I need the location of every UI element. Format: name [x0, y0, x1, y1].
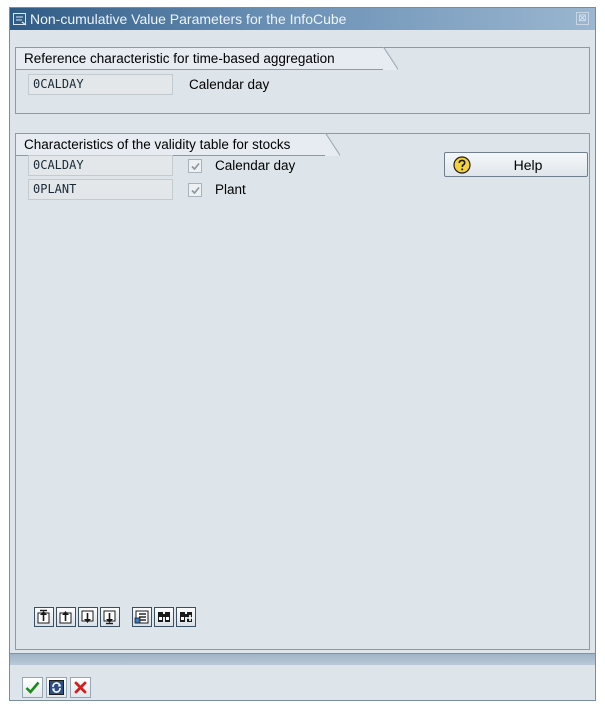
select-entries-icon	[134, 610, 149, 624]
window-title: Non-cumulative Value Parameters for the …	[30, 11, 347, 27]
dialog-icon	[13, 13, 27, 26]
cancel-icon	[74, 681, 87, 694]
checkmark-icon	[191, 162, 200, 171]
refresh-icon	[49, 680, 64, 695]
validity-characteristic-field: 0PLANT	[28, 179, 173, 200]
close-icon[interactable]: ⊠	[576, 12, 589, 25]
validity-characteristic-text: Plant	[215, 182, 246, 197]
validity-group-title: Characteristics of the validity table fo…	[15, 133, 340, 156]
reference-characteristic-text: Calendar day	[189, 77, 270, 92]
validity-checkbox-calday[interactable]	[188, 159, 202, 173]
scroll-next-page-button[interactable]	[78, 607, 98, 627]
scroll-last-page-icon	[103, 610, 116, 625]
scroll-next-page-icon	[81, 610, 94, 623]
scroll-first-page-icon	[37, 609, 50, 624]
validity-table-group: Characteristics of the validity table fo…	[15, 133, 590, 650]
validity-characteristic-text: Calendar day	[215, 158, 296, 173]
cancel-button[interactable]	[70, 677, 91, 698]
scroll-previous-page-button[interactable]	[56, 607, 76, 627]
reference-characteristic-group: Reference characteristic for time-based …	[15, 47, 590, 114]
validity-characteristic-field: 0CALDAY	[28, 155, 173, 176]
scroll-previous-page-icon	[59, 611, 72, 624]
select-entries-button[interactable]	[132, 607, 152, 627]
help-button[interactable]: Help	[444, 152, 588, 177]
find-icon	[158, 612, 170, 622]
help-label: Help	[513, 157, 543, 173]
continue-check-icon	[25, 681, 40, 694]
find-next-icon	[180, 612, 193, 622]
title-bar[interactable]: Non-cumulative Value Parameters for the …	[10, 8, 595, 30]
footer-separator	[10, 653, 595, 665]
validity-checkbox-plant[interactable]	[188, 183, 202, 197]
find-next-button[interactable]	[176, 607, 196, 627]
refresh-button[interactable]	[46, 677, 67, 698]
dialog-window: Non-cumulative Value Parameters for the …	[9, 7, 596, 701]
find-button[interactable]	[154, 607, 174, 627]
reference-characteristic-field: 0CALDAY	[28, 74, 173, 95]
scroll-first-page-button[interactable]	[34, 607, 54, 627]
reference-group-title: Reference characteristic for time-based …	[15, 47, 398, 70]
checkmark-icon	[191, 186, 200, 195]
scroll-last-page-button[interactable]	[100, 607, 120, 627]
continue-button[interactable]	[22, 677, 43, 698]
